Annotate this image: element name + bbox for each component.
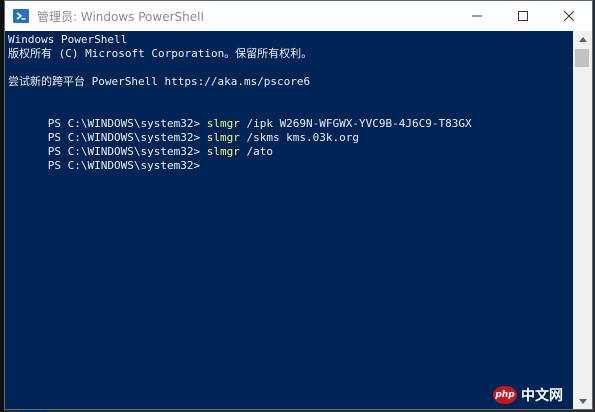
console-command-line: PS C:\WINDOWS\system32> slmgr /ato [8, 131, 273, 158]
chevron-up-icon [578, 36, 587, 42]
window-title: 管理员: Windows PowerShell [37, 9, 204, 24]
command-name: slmgr [206, 145, 240, 158]
minimize-button[interactable] [454, 1, 500, 31]
prompt: PS C:\WINDOWS\system32> [47, 159, 207, 172]
console-header-line: 版权所有 (C) Microsoft Corporation。保留所有权利。 [8, 47, 313, 60]
command-args: /ato [239, 145, 273, 158]
close-icon [564, 11, 574, 21]
console-output[interactable]: Windows PowerShell 版权所有 (C) Microsoft Co… [5, 31, 573, 409]
vertical-scrollbar[interactable] [573, 31, 592, 409]
close-button[interactable] [546, 1, 592, 31]
minimize-icon [472, 15, 482, 17]
watermark-badge: php [493, 386, 517, 404]
maximize-button[interactable] [500, 1, 546, 31]
chevron-down-icon [578, 398, 587, 404]
title-bar[interactable]: 管理员: Windows PowerShell [5, 1, 592, 31]
console-header-line: 尝试新的跨平台 PowerShell https://aka.ms/pscore… [8, 75, 311, 88]
console-header-line: Windows PowerShell [8, 33, 128, 46]
console-prompt-line[interactable]: PS C:\WINDOWS\system32> [8, 145, 207, 172]
site-watermark: php 中文网 [493, 385, 563, 405]
scroll-down-button[interactable] [573, 393, 592, 409]
powershell-window: 管理员: Windows PowerShell Windows PowerShe… [4, 0, 593, 410]
scroll-thumb[interactable] [575, 49, 589, 67]
console-command-line: PS C:\WINDOWS\system32> slmgr /skms kms.… [8, 117, 359, 144]
window-controls [454, 1, 592, 31]
scroll-up-button[interactable] [573, 31, 592, 47]
powershell-icon [13, 9, 29, 23]
maximize-icon [518, 11, 528, 21]
console-command-line: PS C:\WINDOWS\system32> slmgr /ipk W269N… [8, 103, 472, 130]
watermark-text: 中文网 [521, 388, 563, 404]
